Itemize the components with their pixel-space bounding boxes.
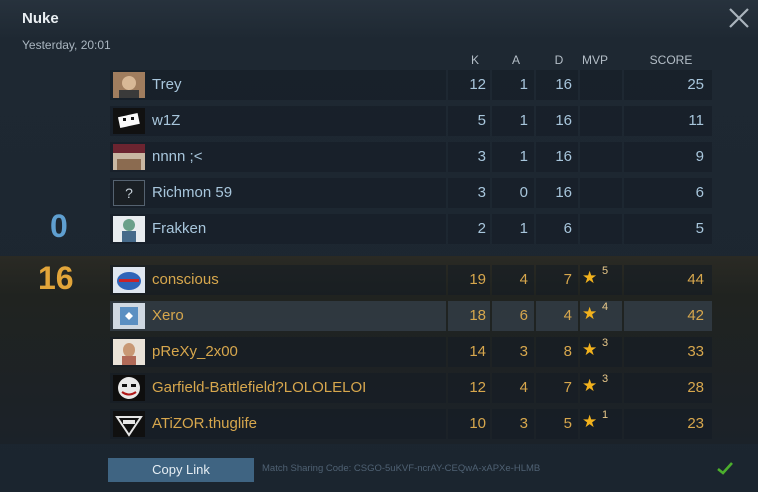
ct-team-score: 0 — [50, 208, 68, 244]
player-kills: 5 — [477, 112, 486, 129]
player-name: Richmon 59 — [152, 184, 233, 201]
ct-team-section: Trey 12 1 16 25 w1Z 5 1 16 11 nnnn ;< 3 … — [0, 68, 758, 256]
match-sharing-code: Match Sharing Code: CSGO-5uKVF-ncrAY-CEQ… — [262, 463, 541, 474]
player-deaths: 4 — [563, 307, 572, 324]
player-assists: 1 — [519, 220, 528, 237]
player-name: Garfield-Battlefield?LOLOLELOI — [152, 379, 367, 396]
player-mvp-count: 3 — [602, 337, 609, 349]
player-row[interactable]: ? Richmon 59 3 0 16 6 — [110, 178, 712, 208]
player-avatar — [113, 216, 145, 242]
player-mvp-count: 1 — [602, 409, 609, 421]
player-avatar — [113, 72, 145, 98]
copy-link-button[interactable]: Copy Link — [108, 458, 254, 482]
player-kills: 3 — [477, 148, 486, 165]
player-score: 44 — [687, 271, 704, 288]
match-date: Yesterday, 20:01 — [22, 38, 111, 52]
deaths-header: D — [554, 53, 564, 67]
player-deaths: 16 — [555, 184, 572, 201]
player-row[interactable]: Garfield-Battlefield?LOLOLELOI 12 4 7 ★ … — [110, 373, 712, 403]
player-kills: 10 — [469, 415, 486, 432]
player-kills: 14 — [469, 343, 486, 360]
player-row[interactable]: w1Z 5 1 16 11 — [110, 106, 712, 136]
player-mvp-count: 5 — [602, 265, 609, 277]
player-assists: 3 — [519, 343, 528, 360]
close-icon[interactable] — [726, 6, 752, 30]
t-team-score: 16 — [38, 260, 74, 296]
checkmark-icon — [717, 462, 733, 475]
player-row[interactable]: Trey 12 1 16 25 — [110, 70, 712, 100]
player-assists: 0 — [519, 184, 528, 201]
player-avatar — [113, 267, 145, 293]
t-team-section: conscious 19 4 7 ★ 5 44 Xero 18 6 4 ★ 4 … — [0, 256, 758, 444]
player-assists: 3 — [519, 415, 528, 432]
player-deaths: 16 — [555, 148, 572, 165]
player-name: ATiZOR.thuglife — [152, 415, 258, 432]
player-name: Frakken — [152, 220, 207, 237]
player-avatar — [113, 411, 145, 437]
player-deaths: 16 — [555, 112, 572, 129]
unknown-avatar-icon: ? — [125, 185, 133, 201]
player-score: 5 — [695, 220, 704, 237]
player-deaths: 7 — [563, 271, 572, 288]
kills-header: K — [470, 53, 479, 67]
player-assists: 6 — [519, 307, 528, 324]
player-kills: 2 — [477, 220, 486, 237]
player-mvp-count: 4 — [602, 301, 609, 313]
player-name: conscious — [152, 271, 219, 288]
player-avatar — [113, 339, 145, 365]
player-kills: 12 — [469, 76, 486, 93]
player-assists: 1 — [519, 76, 528, 93]
player-name: Trey — [152, 76, 182, 93]
mvp-star-icon: ★ — [582, 340, 598, 359]
player-row-highlighted[interactable]: Xero 18 6 4 ★ 4 42 — [110, 301, 712, 331]
player-score: 6 — [695, 184, 704, 201]
player-kills: 19 — [469, 271, 486, 288]
mvp-star-icon: ★ — [582, 412, 598, 431]
player-kills: 12 — [469, 379, 486, 396]
player-score: 42 — [687, 307, 704, 324]
map-title: Nuke — [22, 10, 59, 27]
mvp-star-icon: ★ — [582, 304, 598, 323]
player-name: pReXy_2x00 — [152, 343, 238, 360]
assists-header: A — [511, 53, 520, 67]
player-score: 11 — [688, 112, 704, 129]
player-score: 9 — [695, 148, 704, 165]
player-score: 33 — [687, 343, 704, 360]
score-header: SCORE — [649, 53, 693, 67]
player-row[interactable]: conscious 19 4 7 ★ 5 44 — [110, 265, 712, 295]
player-avatar — [113, 108, 145, 134]
player-kills: 3 — [477, 184, 486, 201]
player-mvp-count: 3 — [602, 373, 609, 385]
player-row[interactable]: nnnn ;< 3 1 16 9 — [110, 142, 712, 172]
player-assists: 4 — [519, 271, 528, 288]
player-row[interactable]: Frakken 2 1 6 5 — [110, 214, 712, 244]
player-avatar: ? — [113, 180, 145, 206]
mvp-star-icon: ★ — [582, 376, 598, 395]
player-row[interactable]: pReXy_2x00 14 3 8 ★ 3 33 — [110, 337, 712, 367]
player-avatar — [113, 144, 145, 170]
player-deaths: 7 — [563, 379, 572, 396]
player-score: 25 — [687, 76, 704, 93]
player-deaths: 16 — [555, 76, 572, 93]
player-name: nnnn ;< — [152, 148, 203, 165]
match-scoreboard-window: Nuke Yesterday, 20:01 K A D MVP SCORE Tr… — [0, 0, 758, 492]
mvp-star-icon: ★ — [582, 268, 598, 287]
player-name: w1Z — [152, 112, 181, 129]
player-row[interactable]: ATiZOR.thuglife 10 3 5 ★ 1 23 — [110, 409, 712, 439]
player-avatar — [113, 303, 145, 329]
player-deaths: 6 — [563, 220, 572, 237]
player-avatar — [113, 375, 145, 401]
player-assists: 4 — [519, 379, 528, 396]
player-score: 28 — [687, 379, 704, 396]
mvp-header: MVP — [581, 53, 608, 67]
player-score: 23 — [687, 415, 704, 432]
player-name: Xero — [152, 307, 184, 324]
player-deaths: 5 — [563, 415, 572, 432]
match-footer: Copy Link Match Sharing Code: CSGO-5uKVF… — [0, 448, 758, 492]
player-assists: 1 — [519, 112, 528, 129]
player-assists: 1 — [519, 148, 528, 165]
player-deaths: 8 — [563, 343, 572, 360]
player-kills: 18 — [469, 307, 486, 324]
